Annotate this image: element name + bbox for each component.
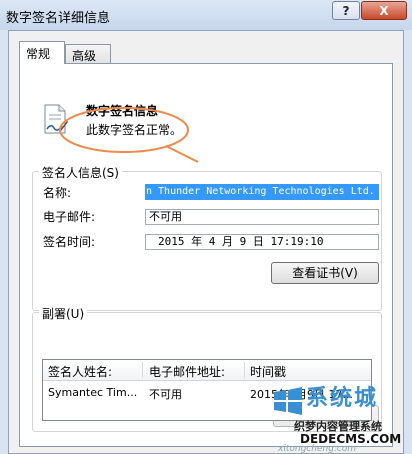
window-title: 数字签名详细信息 <box>6 11 111 26</box>
title-bar: 数字签名详细信息 ? X <box>0 0 412 30</box>
watermark-line3: xitongcheng.com <box>278 444 356 454</box>
column-separator[interactable] <box>244 362 245 378</box>
windows-logo-icon <box>274 387 302 415</box>
help-button[interactable]: ? <box>332 1 360 20</box>
tab-advanced[interactable]: 高级 <box>65 44 111 64</box>
email-field[interactable]: 不可用 <box>145 209 379 225</box>
row-email: 不可用 <box>149 388 182 401</box>
signer-name-label: 名称: <box>43 186 72 200</box>
signing-time-field[interactable]: 2015 年 4 月 9 日 17:19:10 <box>145 234 379 250</box>
row-signer-name: Symantec Tim... <box>48 386 138 399</box>
view-certificate-button[interactable]: 查看证书(V) <box>271 262 379 284</box>
signer-info-group-label: 签名人信息(S) <box>39 164 122 181</box>
close-button[interactable]: X <box>361 1 407 20</box>
email-label: 电子邮件: <box>43 210 96 224</box>
watermark: 系统城 织梦内容管理系统 DEDECMS.COM xitongcheng.com <box>270 378 410 454</box>
tab-general[interactable]: 常规 <box>19 41 65 64</box>
column-header-signer-name[interactable]: 签名人姓名: <box>48 363 112 380</box>
column-separator[interactable] <box>142 362 143 378</box>
countersignature-group-label: 副署(U) <box>39 305 88 322</box>
watermark-brand: 系统城 <box>306 386 379 411</box>
signing-time-label: 签名时间: <box>43 235 96 249</box>
annotation-ellipse <box>59 107 199 163</box>
column-header-email[interactable]: 电子邮件地址: <box>149 363 225 380</box>
signer-name-field[interactable]: n Thunder Networking Technologies Ltd. <box>145 184 379 200</box>
signer-info-group: 签名人信息(S) 名称: n Thunder Networking Techno… <box>32 164 382 311</box>
